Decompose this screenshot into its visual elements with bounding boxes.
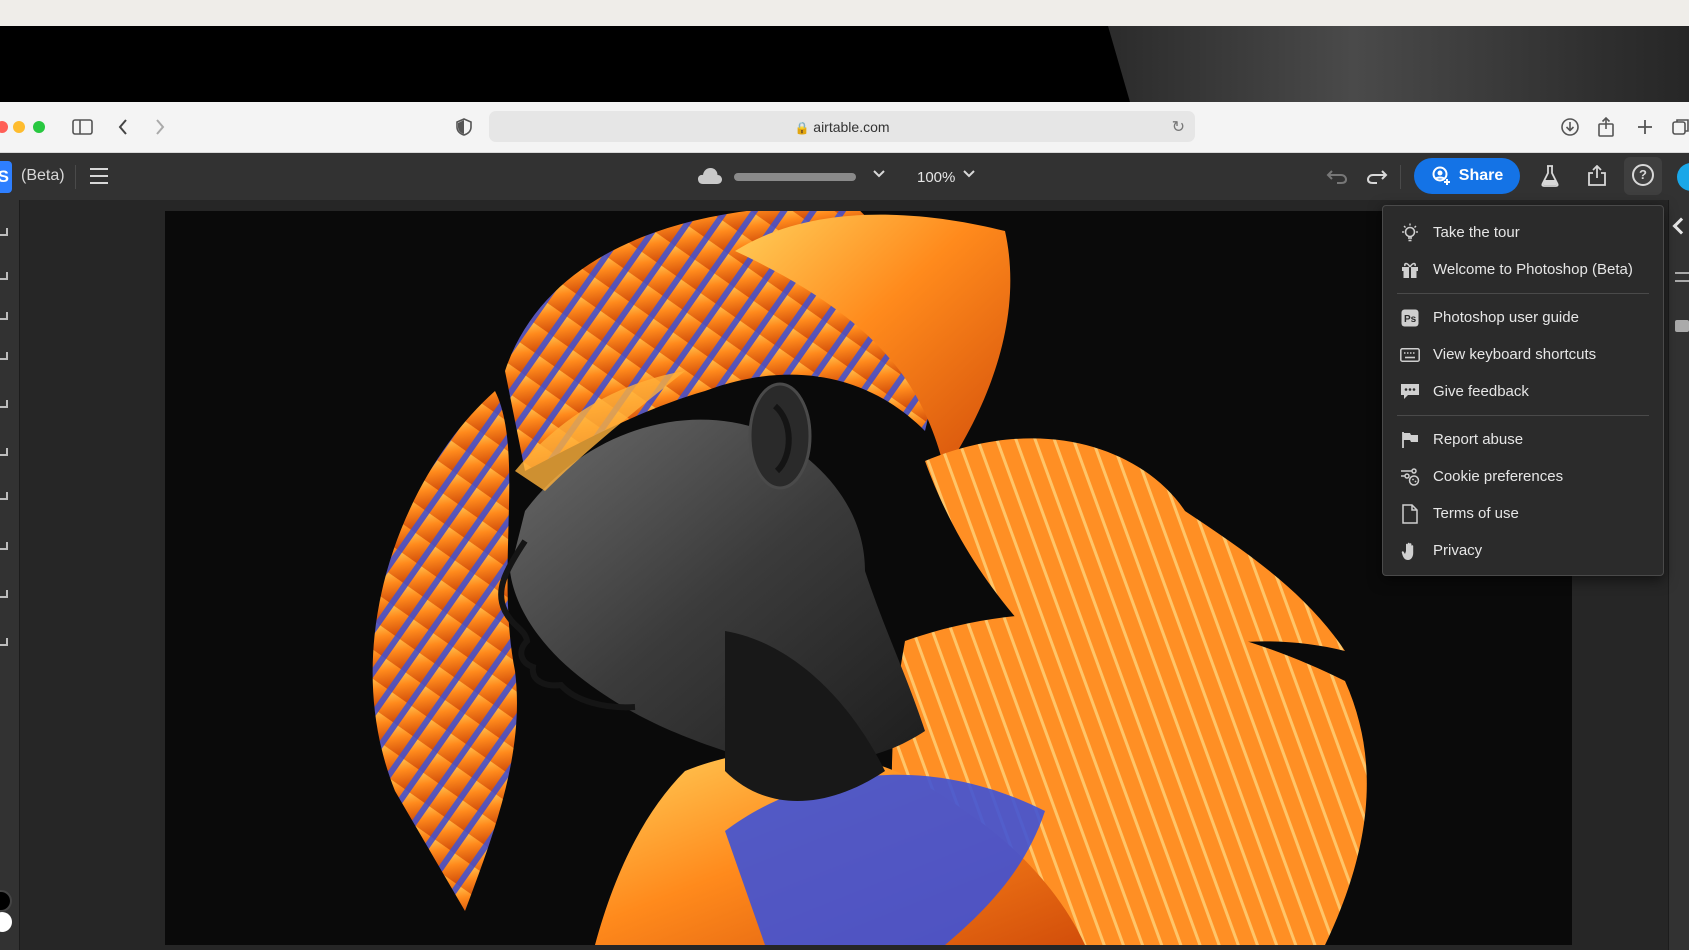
minimize-window-button[interactable] xyxy=(13,121,25,133)
menu-item-label: Welcome to Photoshop (Beta) xyxy=(1433,261,1633,278)
hand-icon xyxy=(1399,540,1421,562)
menu-item-privacy[interactable]: Privacy xyxy=(1383,532,1663,569)
clone-tool[interactable] xyxy=(0,492,8,500)
lightbulb-icon xyxy=(1399,222,1421,244)
document-icon xyxy=(1399,503,1421,525)
flag-icon xyxy=(1399,429,1421,451)
tabs-icon[interactable] xyxy=(1672,115,1689,139)
shield-icon[interactable] xyxy=(455,115,473,139)
url-text: airtable.com xyxy=(813,119,890,135)
cloud-icon[interactable] xyxy=(697,165,723,191)
menu-item-welcome[interactable]: Welcome to Photoshop (Beta) xyxy=(1383,251,1663,288)
tools-panel xyxy=(0,200,20,950)
background-sheen xyxy=(1108,26,1689,102)
zoom-window-button[interactable] xyxy=(33,121,45,133)
menu-item-label: View keyboard shortcuts xyxy=(1433,346,1597,363)
lock-icon: 🔒 xyxy=(794,121,810,135)
adjustments-icon[interactable] xyxy=(1675,272,1689,282)
eraser-tool[interactable] xyxy=(0,400,8,408)
feedback-icon xyxy=(1399,381,1421,403)
zoom-chevron-icon[interactable] xyxy=(962,166,976,183)
artwork xyxy=(372,211,1367,945)
beaker-icon[interactable] xyxy=(1537,163,1563,189)
redo-icon[interactable] xyxy=(1364,163,1390,189)
reload-icon[interactable]: ↻ xyxy=(1172,117,1185,137)
undo-icon[interactable] xyxy=(1324,163,1350,189)
menu-item-cookie-preferences[interactable]: Cookie preferences xyxy=(1383,458,1663,495)
menu-item-report-abuse[interactable]: Report abuse xyxy=(1383,421,1663,458)
forward-icon[interactable] xyxy=(153,115,167,139)
menu-divider xyxy=(1397,293,1649,294)
ps-icon: Ps xyxy=(1399,307,1421,329)
heal-tool[interactable] xyxy=(0,352,8,360)
close-window-button[interactable] xyxy=(0,121,8,133)
zoom-level[interactable]: 100% xyxy=(917,169,955,186)
menu-item-keyboard-shortcuts[interactable]: View keyboard shortcuts xyxy=(1383,336,1663,373)
document-name-field[interactable] xyxy=(734,173,856,181)
share-button[interactable]: Share xyxy=(1414,158,1520,194)
fill-tool[interactable] xyxy=(0,448,8,456)
app-header: S (Beta) 100% Share ? xyxy=(0,153,1689,200)
add-person-icon xyxy=(1432,166,1450,185)
canvas-image[interactable] xyxy=(165,211,1572,945)
keyboard-icon xyxy=(1399,344,1421,366)
menu-item-label: Terms of use xyxy=(1433,505,1519,522)
image-tool[interactable] xyxy=(0,590,8,598)
new-tab-icon[interactable] xyxy=(1636,115,1654,139)
header-divider xyxy=(75,165,76,189)
cookie-icon xyxy=(1399,466,1421,488)
eyedropper-tool[interactable] xyxy=(0,638,8,646)
menu-item-feedback[interactable]: Give feedback xyxy=(1383,373,1663,410)
avatar[interactable] xyxy=(1677,163,1689,191)
properties-panel xyxy=(1668,200,1689,950)
address-bar[interactable]: 🔒 airtable.com ↻ xyxy=(489,111,1195,142)
help-menu: Take the tour Welcome to Photoshop (Beta… xyxy=(1382,205,1664,576)
svg-text:Ps: Ps xyxy=(1404,314,1417,325)
header-divider-right xyxy=(1400,165,1401,189)
menu-divider xyxy=(1397,415,1649,416)
move-tool[interactable] xyxy=(0,228,8,236)
sidebar-icon[interactable] xyxy=(71,115,93,139)
menu-item-label: Give feedback xyxy=(1433,383,1529,400)
layers-icon[interactable] xyxy=(1672,217,1689,235)
menu-item-label: Privacy xyxy=(1433,542,1483,559)
menu-item-user-guide[interactable]: Ps Photoshop user guide xyxy=(1383,299,1663,336)
beta-label: (Beta) xyxy=(21,167,65,184)
menu-item-terms[interactable]: Terms of use xyxy=(1383,495,1663,532)
desktop-strip xyxy=(0,0,1689,26)
menu-item-label: Photoshop user guide xyxy=(1433,309,1579,326)
gift-icon xyxy=(1399,259,1421,281)
menu-item-label: Take the tour xyxy=(1433,224,1520,241)
select-tool[interactable] xyxy=(0,272,8,280)
foreground-color-swatch[interactable] xyxy=(0,890,12,912)
back-icon[interactable] xyxy=(116,115,130,139)
brush-tool[interactable] xyxy=(0,312,8,320)
comments-icon[interactable] xyxy=(1675,320,1689,332)
download-icon[interactable] xyxy=(1560,115,1580,139)
background-band xyxy=(0,26,1689,102)
photoshop-logo[interactable]: S xyxy=(0,161,12,193)
help-icon[interactable]: ? xyxy=(1632,164,1654,186)
url-text-wrap: 🔒 airtable.com xyxy=(489,119,1195,135)
chevron-down-icon[interactable] xyxy=(872,166,886,183)
share-icon[interactable] xyxy=(1597,115,1615,139)
crop-tool[interactable] xyxy=(0,542,8,550)
browser-toolbar: 🔒 airtable.com ↻ xyxy=(0,102,1689,153)
menu-item-take-tour[interactable]: Take the tour xyxy=(1383,214,1663,251)
export-icon[interactable] xyxy=(1584,163,1610,189)
menu-item-label: Report abuse xyxy=(1433,431,1524,448)
menu-icon[interactable] xyxy=(90,168,108,184)
menu-item-label: Cookie preferences xyxy=(1433,468,1564,485)
background-color-swatch[interactable] xyxy=(0,912,12,932)
share-label: Share xyxy=(1458,167,1504,184)
